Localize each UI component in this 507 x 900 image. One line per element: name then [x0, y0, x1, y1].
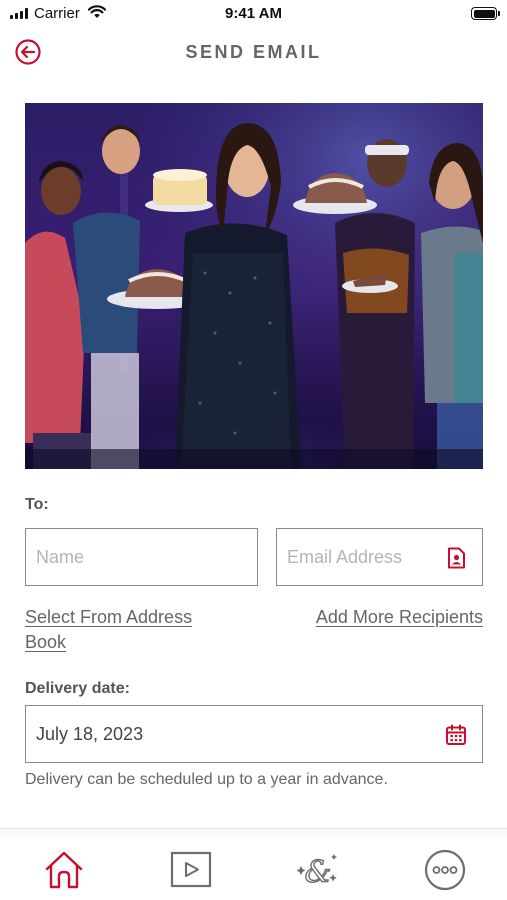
delivery-note: Delivery can be scheduled up to a year i… — [25, 771, 388, 788]
battery-icon — [471, 7, 500, 20]
play-icon[interactable] — [169, 848, 213, 892]
contact-card-icon[interactable] — [444, 546, 468, 570]
page-title: SEND EMAIL — [185, 42, 322, 62]
to-label: To: — [25, 496, 49, 513]
svg-text:&: & — [305, 855, 332, 890]
clock: 9:41 AM — [225, 5, 282, 22]
hero-photo — [25, 103, 483, 469]
tab-bar-divider — [0, 828, 507, 840]
name-input[interactable] — [26, 529, 257, 585]
delivery-date-label: Delivery date: — [25, 680, 130, 697]
home-icon[interactable] — [42, 848, 86, 892]
more-icon[interactable] — [423, 848, 467, 892]
ampersand-sparkle-icon[interactable]: & — [296, 848, 340, 892]
select-address-book-link[interactable]: Select From Address Book — [25, 605, 195, 655]
delivery-date-field[interactable]: July 18, 2023 — [25, 705, 483, 763]
delivery-date-value: July 18, 2023 — [36, 724, 144, 744]
email-field-box — [276, 528, 483, 586]
tab-bar: & — [0, 840, 507, 900]
add-more-recipients-link[interactable]: Add More Recipients — [316, 605, 483, 630]
calendar-icon[interactable] — [444, 723, 468, 747]
status-bar: Carrier 9:41 AM — [0, 0, 507, 28]
name-field-box — [25, 528, 258, 586]
